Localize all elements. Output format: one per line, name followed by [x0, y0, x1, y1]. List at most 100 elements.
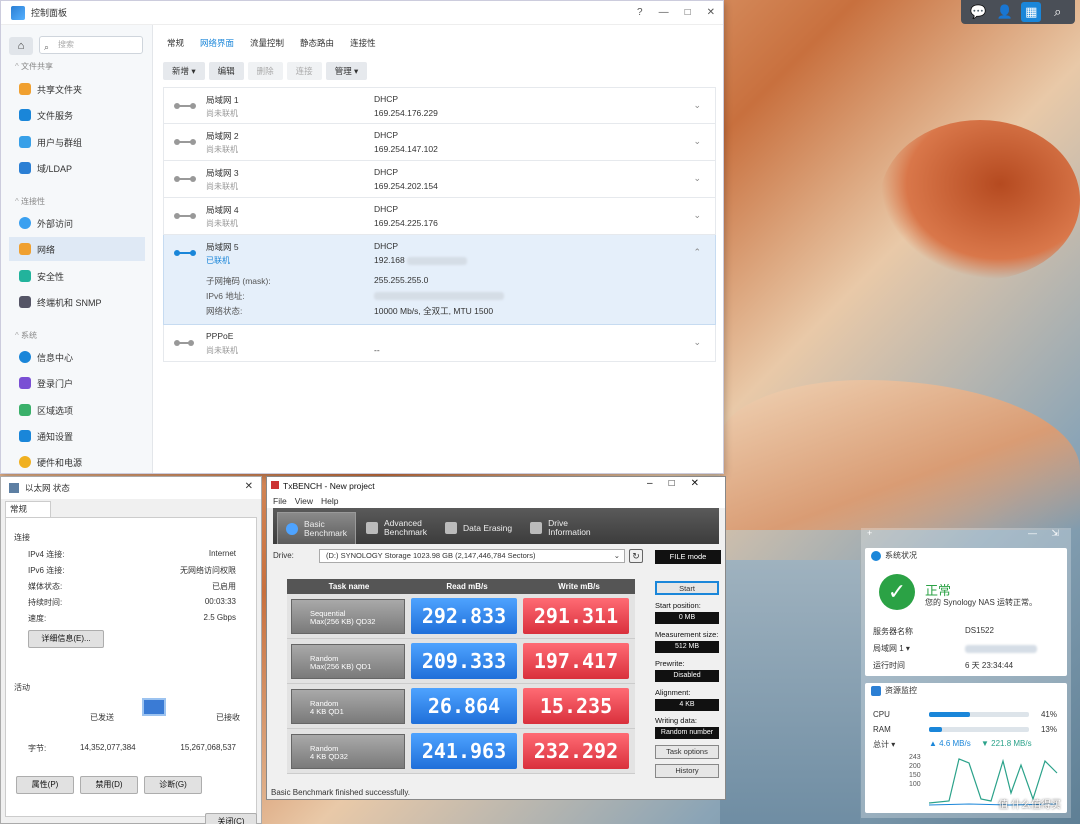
tab-general[interactable]: 常规 — [5, 501, 51, 517]
search-placeholder: 搜索 — [58, 40, 74, 49]
window-titlebar[interactable]: TxBENCH - New project –□✕ — [267, 477, 725, 494]
manage-button[interactable]: 管理 ▾ — [325, 62, 368, 80]
maximize-button[interactable]: □ — [685, 7, 691, 18]
tab-network-interface[interactable]: 网络界面 — [200, 37, 234, 49]
sidebar-item-security[interactable]: 安全性 — [9, 264, 145, 288]
diagnose-button[interactable]: 诊断(G) — [144, 776, 202, 794]
interface-row-lan4[interactable]: 局域网 4 尚未联机 DHCP 169.254.225.176 ⌄ — [163, 198, 716, 235]
widget-panel: + — ⇲ 系统状况 ✓ 正常 您的 Synology NAS 运转正常。 服务… — [861, 528, 1071, 818]
properties-button[interactable]: 属性(P) — [16, 776, 74, 794]
txbench-logo-icon — [271, 481, 279, 489]
connect-button[interactable]: 连接 — [286, 62, 322, 80]
minimize-button[interactable]: — — [659, 7, 669, 18]
tab-general[interactable]: 常规 — [167, 37, 184, 49]
help-button[interactable]: ? — [637, 7, 643, 18]
sidebar-item-notification[interactable]: 通知设置 — [9, 424, 145, 448]
widgets-icon[interactable]: ▦ — [1021, 2, 1042, 22]
section-system[interactable]: 系统 — [15, 330, 37, 341]
results-grid: Task name Read mB/s Write mB/s Sequentia… — [287, 579, 635, 774]
chevron-down-icon[interactable]: ⌄ — [693, 136, 701, 147]
search-input[interactable]: ⌕ 搜索 — [39, 36, 143, 54]
lan-select[interactable]: 局域网 1 ▾ — [873, 643, 910, 654]
interface-row-lan5[interactable]: 局域网 5 已联机 DHCP 192.168 ⌃ 子网掩码 (mask): 25… — [163, 235, 716, 325]
history-button[interactable]: History — [655, 764, 719, 778]
sidebar-item-users[interactable]: 用户与群组 — [9, 130, 145, 154]
state-label: 网络状态: — [206, 306, 243, 316]
chat-icon[interactable]: 💬 — [968, 2, 988, 22]
sidebar-item-login-portal[interactable]: 登录门户 — [9, 371, 145, 395]
tab-advanced-benchmark[interactable]: Advanced Benchmark — [358, 512, 435, 544]
total-select[interactable]: 总计 ▾ — [873, 739, 895, 750]
chevron-down-icon[interactable]: ⌄ — [693, 173, 701, 184]
window-controls-icon[interactable]: –□✕ — [647, 478, 715, 489]
menu-file[interactable]: File — [273, 494, 287, 508]
interface-row-lan1[interactable]: 局域网 1 尚未联机 DHCP 169.254.176.229 ⌄ — [163, 87, 716, 124]
create-button[interactable]: 新增 ▾ — [163, 62, 205, 80]
interface-row-pppoe[interactable]: PPPoE 尚未联机 -- ⌄ — [163, 325, 716, 362]
start-position-value[interactable]: 0 MB — [655, 612, 719, 624]
tab-connectivity[interactable]: 连接性 — [350, 37, 376, 49]
close-icon[interactable]: ✕ — [245, 481, 253, 492]
task-button[interactable]: Sequential Max(256 KB) QD32 — [291, 599, 405, 634]
add-widget-icon[interactable]: + — [867, 528, 872, 538]
task-button[interactable]: Random 4 KB QD32 — [291, 734, 405, 769]
sidebar-item-network[interactable]: 网络 — [9, 237, 145, 261]
sidebar-item-ldap[interactable]: 域/LDAP — [9, 156, 145, 180]
home-button[interactable]: ⌂ — [9, 37, 33, 55]
search-icon[interactable]: ⌕ — [1048, 2, 1068, 22]
interface-row-lan2[interactable]: 局域网 2 尚未联机 DHCP 169.254.147.102 ⌄ — [163, 124, 716, 161]
chevron-down-icon[interactable]: ⌄ — [693, 337, 701, 348]
sidebar-item-external-access[interactable]: 外部访问 — [9, 211, 145, 235]
task-button[interactable]: Random Max(256 KB) QD1 — [291, 644, 405, 679]
axis-tick: 200 — [909, 763, 921, 770]
tab-static-route[interactable]: 静态路由 — [300, 37, 334, 49]
interface-ip: -- — [374, 345, 380, 355]
chevron-down-icon[interactable]: ⌄ — [693, 210, 701, 221]
tab-drive-information[interactable]: Drive Information — [522, 512, 599, 544]
alignment-value[interactable]: 4 KB — [655, 699, 719, 711]
tab-line2: Benchmark — [304, 527, 347, 538]
close-button[interactable]: ✕ — [707, 7, 715, 18]
edit-button[interactable]: 编辑 — [208, 62, 244, 80]
search-icon: ⌕ — [44, 42, 50, 52]
section-connectivity[interactable]: 连接性 — [15, 196, 45, 207]
tab-basic-benchmark[interactable]: Basic Benchmark — [277, 512, 356, 544]
close-button[interactable]: 关闭(C) — [205, 813, 257, 824]
user-icon[interactable]: 👤 — [995, 2, 1015, 22]
tab-traffic-control[interactable]: 流量控制 — [250, 37, 284, 49]
sidebar-item-hardware[interactable]: 硬件和电源 — [9, 450, 145, 474]
window-titlebar[interactable]: 控制面板 ? — □ ✕ — [1, 1, 723, 25]
interface-type: DHCP — [374, 204, 399, 214]
sidebar-item-shared-folder[interactable]: 共享文件夹 — [9, 77, 145, 101]
delete-button[interactable]: 删除 — [247, 62, 283, 80]
prewrite-value[interactable]: Disabled — [655, 670, 719, 682]
received-label: 已接收 — [216, 713, 240, 722]
tab-data-erasing[interactable]: Data Erasing — [437, 512, 520, 544]
sidebar-item-terminal[interactable]: 终端机和 SNMP — [9, 290, 145, 314]
start-button[interactable]: Start — [655, 581, 719, 595]
drive-select[interactable]: (D:) SYNOLOGY Storage 1023.98 GB (2,147,… — [319, 549, 625, 563]
menu-view[interactable]: View — [295, 494, 313, 508]
disable-button[interactable]: 禁用(D) — [80, 776, 138, 794]
details-button[interactable]: 详细信息(E)... — [28, 630, 104, 648]
eraser-icon — [445, 522, 457, 534]
widget-controls-icon[interactable]: — ⇲ — [1028, 528, 1065, 539]
task-options-button[interactable]: Task options — [655, 745, 719, 759]
window-titlebar[interactable]: 以太网 状态 ✕ — [1, 477, 261, 499]
sidebar-item-label: 信息中心 — [37, 352, 74, 363]
section-file-sharing[interactable]: 文件共享 — [15, 61, 53, 72]
chevron-down-icon[interactable]: ⌄ — [693, 100, 701, 111]
watermark: 值 什么值得买 — [998, 800, 1061, 811]
sidebar-item-info-center[interactable]: 信息中心 — [9, 345, 145, 369]
task-button[interactable]: Random 4 KB QD1 — [291, 689, 405, 724]
writing-data-value[interactable]: Random number — [655, 727, 719, 739]
menu-help[interactable]: Help — [321, 494, 338, 508]
chevron-up-icon[interactable]: ⌃ — [693, 247, 701, 258]
sidebar-item-file-services[interactable]: 文件服务 — [9, 103, 145, 127]
refresh-icon[interactable]: ↻ — [629, 549, 643, 563]
interface-row-lan3[interactable]: 局域网 3 尚未联机 DHCP 169.254.202.154 ⌄ — [163, 161, 716, 198]
drive-icon — [530, 522, 543, 534]
measurement-size-value[interactable]: 512 MB — [655, 641, 719, 653]
sidebar-item-regional[interactable]: 区域选项 — [9, 398, 145, 422]
bar-chart-icon — [366, 522, 378, 534]
